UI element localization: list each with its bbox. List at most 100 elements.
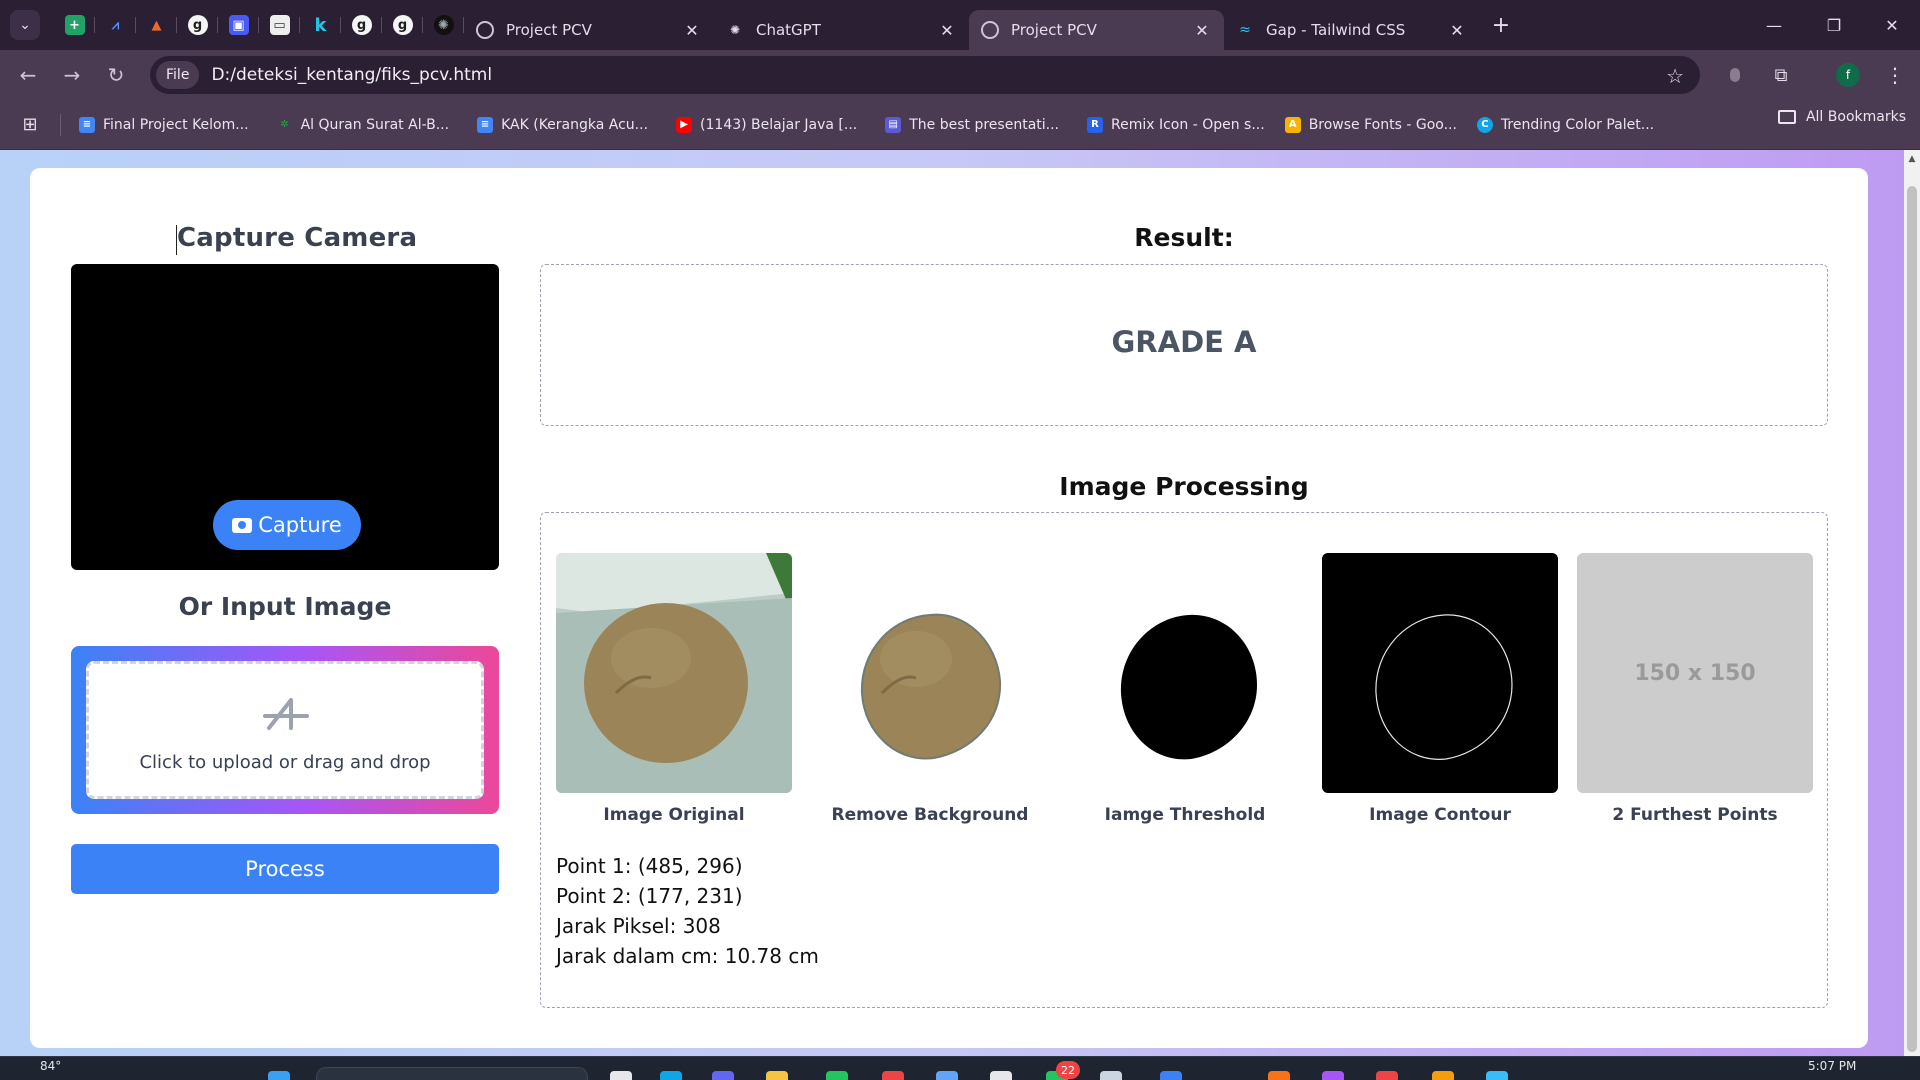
- profile-avatar[interactable]: f: [1832, 50, 1864, 100]
- page-scrollbar[interactable]: ▲: [1904, 150, 1920, 1056]
- taskbar-app-icon[interactable]: [610, 1071, 632, 1080]
- all-bookmarks[interactable]: All Bookmarks: [1777, 109, 1906, 125]
- camera-icon: [232, 517, 253, 533]
- upload-plus-icon: [263, 698, 309, 730]
- minimize-button[interactable]: —: [1746, 0, 1802, 50]
- taskbar-app-icon[interactable]: [660, 1071, 682, 1080]
- upload-dropzone[interactable]: Click to upload or drag and drop: [86, 661, 484, 799]
- maximize-button[interactable]: ❐: [1806, 0, 1862, 50]
- remix-icon: R: [1087, 116, 1103, 133]
- image-original-label: Image Original: [603, 805, 745, 825]
- capture-camera-title: Capture Camera: [177, 223, 418, 253]
- pinned-tab[interactable]: ▭: [259, 0, 300, 50]
- pinned-tab[interactable]: ▲: [136, 0, 177, 50]
- main-card: Capture Camera Capture Or Input Image Cl…: [30, 168, 1868, 1048]
- url-text[interactable]: D:/deteksi_kentang/fiks_pcv.html: [211, 65, 492, 85]
- chrome-icon[interactable]: [1376, 1071, 1398, 1080]
- google-fonts-icon: A: [1284, 116, 1301, 133]
- capture-button-label: Capture: [258, 513, 342, 537]
- bookmark-item[interactable]: A Browse Fonts - Goo...: [1277, 109, 1465, 141]
- pinned-tab[interactable]: ✺: [423, 0, 464, 50]
- tab-chatgpt[interactable]: ✺ ChatGPT ✕: [714, 10, 969, 50]
- image-threshold: [1067, 553, 1303, 793]
- bookmark-item[interactable]: ≡ KAK (Kerangka Acu...: [469, 109, 656, 141]
- clock-time[interactable]: 5:07 PM: [1808, 1059, 1856, 1073]
- cm-distance-text: Jarak dalam cm: 10.78 cm: [556, 944, 819, 968]
- openai-icon: ✺: [729, 23, 741, 37]
- tab-search-chevron-icon[interactable]: ⌄: [10, 10, 40, 40]
- site-info-label: File: [166, 67, 190, 83]
- site-info-chip[interactable]: i File: [156, 61, 200, 408]
- taskbar-app-icon[interactable]: [882, 1071, 904, 1080]
- image-furthest-points-label: 2 Furthest Points: [1612, 805, 1778, 825]
- new-tab-button[interactable]: +: [1483, 7, 1519, 43]
- vscode-icon[interactable]: [1160, 1071, 1182, 1080]
- extension-icon[interactable]: [1724, 50, 1746, 100]
- scroll-up-arrow-icon[interactable]: ▲: [1904, 154, 1920, 166]
- presentation-icon: ▤: [885, 116, 902, 133]
- bookmark-star-icon[interactable]: ☆: [1666, 64, 1684, 88]
- bookmark-item[interactable]: ✲ Al Quran Surat Al-B...: [269, 109, 457, 141]
- taskbar-app-icon[interactable]: [712, 1071, 734, 1080]
- close-icon[interactable]: ✕: [682, 20, 702, 40]
- bookmark-item[interactable]: R Remix Icon - Open s...: [1079, 109, 1273, 141]
- tab-project-pcv-active[interactable]: Project PCV ✕: [969, 10, 1224, 50]
- pinned-tab[interactable]: +: [54, 0, 95, 50]
- close-icon[interactable]: ✕: [937, 20, 957, 40]
- input-image-title: Or Input Image: [178, 592, 392, 621]
- forward-button[interactable]: →: [50, 53, 94, 97]
- taskbar-app-icon[interactable]: [1322, 1071, 1344, 1080]
- scrollbar-thumb[interactable]: [1907, 186, 1917, 1052]
- taskbar-app-icon[interactable]: [1486, 1071, 1508, 1080]
- extensions-puzzle-icon[interactable]: ⧉: [1764, 50, 1798, 100]
- grade-result: GRADE A: [1111, 325, 1257, 359]
- taskbar-app-icon[interactable]: [1100, 1071, 1122, 1080]
- taskbar-search-box[interactable]: [316, 1067, 588, 1080]
- pinned-tab[interactable]: g: [177, 0, 218, 50]
- menu-kebab-icon[interactable]: ⋮: [1880, 50, 1910, 100]
- back-button[interactable]: ←: [6, 53, 50, 97]
- file-explorer-icon[interactable]: [766, 1071, 788, 1080]
- coolors-icon: C: [1476, 116, 1493, 133]
- contour-outline: [1375, 614, 1513, 760]
- start-windows-icon[interactable]: [268, 1071, 290, 1080]
- tab-tailwind[interactable]: ≈ Gap - Tailwind CSS ✕: [1224, 10, 1479, 50]
- capture-button[interactable]: Capture: [213, 500, 361, 550]
- close-icon[interactable]: ✕: [1192, 20, 1212, 40]
- folder-icon: [1777, 110, 1796, 124]
- bookmark-item[interactable]: ▶ (1143) Belajar Java [...: [668, 109, 865, 141]
- openai-icon: ✺: [433, 15, 454, 35]
- close-icon[interactable]: ✕: [1447, 20, 1467, 40]
- taskbar-app-icon[interactable]: [936, 1071, 958, 1080]
- bookmark-label: Al Quran Surat Al-B...: [300, 116, 450, 133]
- taskbar-app-icon[interactable]: [1432, 1071, 1454, 1080]
- close-window-button[interactable]: ✕: [1864, 0, 1920, 50]
- grammarly-icon: g: [351, 15, 372, 35]
- google-docs-icon: ≡: [79, 116, 95, 133]
- bookmark-item[interactable]: C Trending Color Palet...: [1469, 109, 1662, 141]
- bookmark-label: Final Project Kelom...: [103, 116, 249, 133]
- bookmark-label: Browse Fonts - Goo...: [1308, 116, 1457, 133]
- apps-grid-icon[interactable]: ⊞: [0, 100, 60, 150]
- pinned-tab[interactable]: ⩘: [95, 0, 136, 50]
- pinned-tab[interactable]: g: [382, 0, 423, 50]
- reload-button[interactable]: ↻: [94, 53, 138, 97]
- address-bar[interactable]: i File D:/deteksi_kentang/fiks_pcv.html …: [150, 56, 1700, 408]
- process-button[interactable]: Process: [71, 844, 499, 894]
- weather-temperature[interactable]: 84°: [40, 1059, 61, 1073]
- taskbar-app-icon[interactable]: [826, 1071, 848, 1080]
- tab-project-pcv[interactable]: Project PCV ✕: [464, 10, 714, 50]
- bookmark-item[interactable]: ▤ The best presentati...: [877, 109, 1067, 141]
- taskbar-app-icon[interactable]: [990, 1071, 1012, 1080]
- taskbar-app-icon[interactable]: [1268, 1071, 1290, 1080]
- pinned-tab[interactable]: ▣: [218, 0, 259, 50]
- pinned-tab[interactable]: g: [341, 0, 382, 50]
- tab-title: ChatGPT: [756, 21, 821, 39]
- pinned-tab[interactable]: k: [300, 0, 341, 50]
- result-title: Result:: [1134, 223, 1234, 252]
- dropzone-text: Click to upload or drag and drop: [139, 752, 431, 773]
- image-threshold-label: Iamge Threshold: [1104, 805, 1266, 825]
- bookmark-item[interactable]: ≡ Final Project Kelom...: [71, 109, 257, 141]
- image-furthest-points: 150 x 150: [1577, 553, 1813, 793]
- point-1-text: Point 1: (485, 296): [556, 854, 743, 878]
